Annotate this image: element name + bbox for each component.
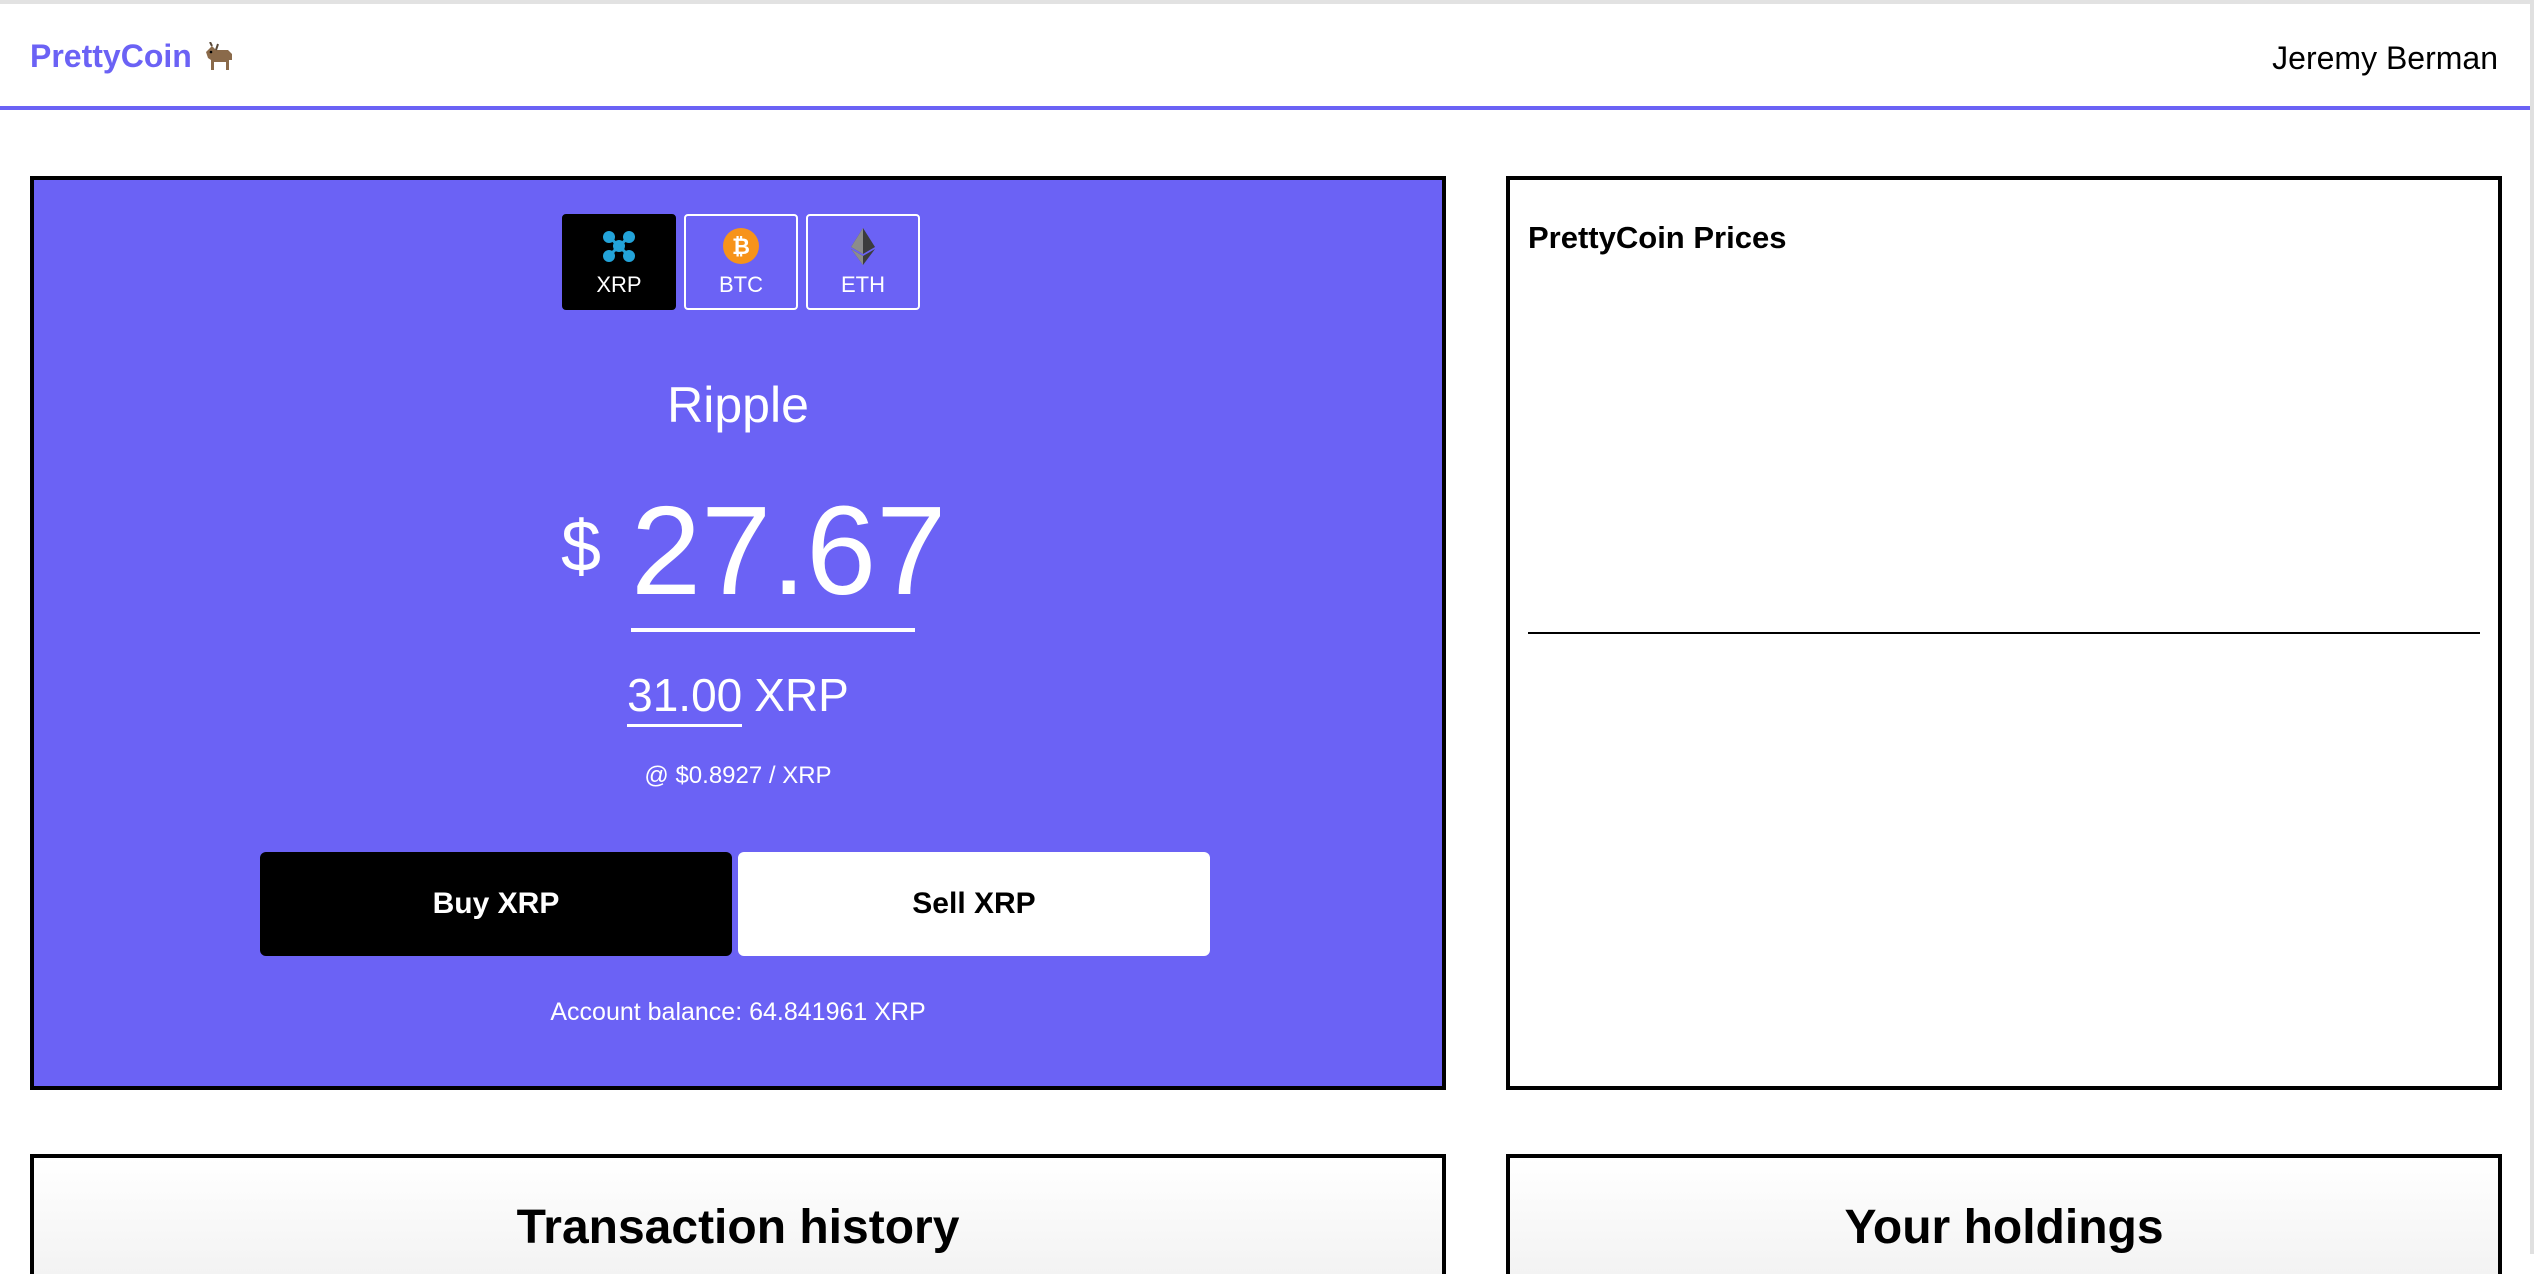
prices-title: PrettyCoin Prices: [1528, 220, 1787, 255]
window-right-edge: [2530, 0, 2534, 1254]
xrp-icon: [603, 231, 635, 262]
svg-text:₿: ₿: [732, 235, 750, 260]
user-name[interactable]: Jeremy Berman: [2272, 40, 2498, 77]
tab-eth[interactable]: ETH: [806, 214, 920, 310]
exchange-rate: @ $0.8927 / XRP: [644, 762, 832, 789]
quantity-row: 31.00 XRP: [34, 668, 1442, 727]
buy-button[interactable]: Buy XRP: [260, 852, 732, 956]
btc-icon: ₿: [723, 228, 759, 264]
tab-xrp[interactable]: XRP: [562, 214, 676, 310]
transaction-history-card: Transaction history: [30, 1154, 1446, 1274]
eth-icon: [851, 228, 875, 265]
sell-button[interactable]: Sell XRP: [738, 852, 1210, 956]
quantity-input[interactable]: 31.00: [627, 668, 743, 727]
prices-panel: PrettyCoin Prices: [1506, 176, 2502, 1090]
tab-xrp-label: XRP: [596, 272, 642, 297]
quantity-unit: XRP: [754, 669, 849, 721]
tab-btc-label: BTC: [719, 272, 763, 297]
coin-tabs: XRP ₿ BTC ETH: [562, 214, 920, 310]
price-chart-line: [1528, 632, 2480, 634]
tab-eth-label: ETH: [841, 272, 885, 297]
account-balance: Account balance: 64.841961 XRP: [550, 998, 926, 1026]
usd-amount-row: $ 27.67: [34, 488, 1442, 632]
coin-name: Ripple: [667, 377, 809, 433]
usd-amount-input[interactable]: 27.67: [631, 488, 946, 632]
tab-btc[interactable]: ₿ BTC: [684, 214, 798, 310]
trade-panel: XRP ₿ BTC ETH Ripple $ 27.67 31.00 XRP @…: [30, 176, 1446, 1090]
trade-actions: Buy XRP Sell XRP: [260, 852, 1210, 956]
brand-logo-link[interactable]: PrettyCoin: [30, 38, 236, 75]
goat-icon: [205, 41, 232, 70]
navbar: PrettyCoin Jeremy Berman: [0, 4, 2530, 110]
holdings-title: Your holdings: [1844, 1201, 2164, 1254]
transaction-history-title: Transaction history: [516, 1201, 960, 1254]
currency-symbol: $: [560, 507, 602, 587]
holdings-card: Your holdings: [1506, 1154, 2502, 1274]
brand-name: PrettyCoin: [30, 38, 192, 74]
